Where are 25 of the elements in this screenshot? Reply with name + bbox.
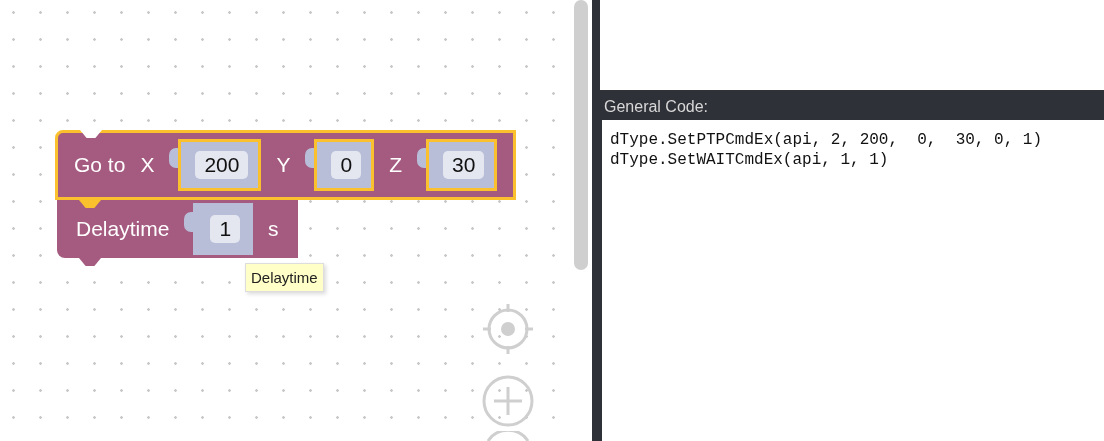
block-label: s xyxy=(268,217,279,241)
number-field[interactable]: 0 xyxy=(331,151,362,179)
scrollbar-thumb[interactable] xyxy=(574,0,588,270)
tooltip: Delaytime xyxy=(245,263,324,292)
code-line: dType.SetWAITCmdEx(api, 1, 1) xyxy=(610,150,889,170)
block-label: Delaytime xyxy=(76,217,170,241)
splitter-bar[interactable] xyxy=(592,0,600,441)
block-label: X xyxy=(140,153,155,177)
block-label: Y xyxy=(276,153,291,177)
number-field[interactable]: 30 xyxy=(442,151,485,179)
recenter-icon[interactable] xyxy=(482,303,534,355)
input-plug xyxy=(305,148,315,168)
input-plug xyxy=(184,212,194,232)
number-field[interactable]: 1 xyxy=(210,215,241,243)
input-plug xyxy=(169,148,179,168)
block-label: Go to xyxy=(74,153,126,177)
block-notch xyxy=(80,130,102,138)
code-line: dType.SetPTPCmdEx(api, 2, 200, 0, 30, 0, 1) xyxy=(610,130,1043,150)
number-field[interactable]: 200 xyxy=(195,151,249,179)
zoom-in-icon[interactable] xyxy=(482,375,534,427)
code-block[interactable]: Delaytime 1 s xyxy=(57,200,298,258)
block-label: Z xyxy=(389,153,402,177)
input-plug xyxy=(416,148,426,168)
code-block[interactable]: Go to X 200 Y 0 Z 30 xyxy=(55,130,517,200)
panel-title: General Code: xyxy=(604,98,709,116)
